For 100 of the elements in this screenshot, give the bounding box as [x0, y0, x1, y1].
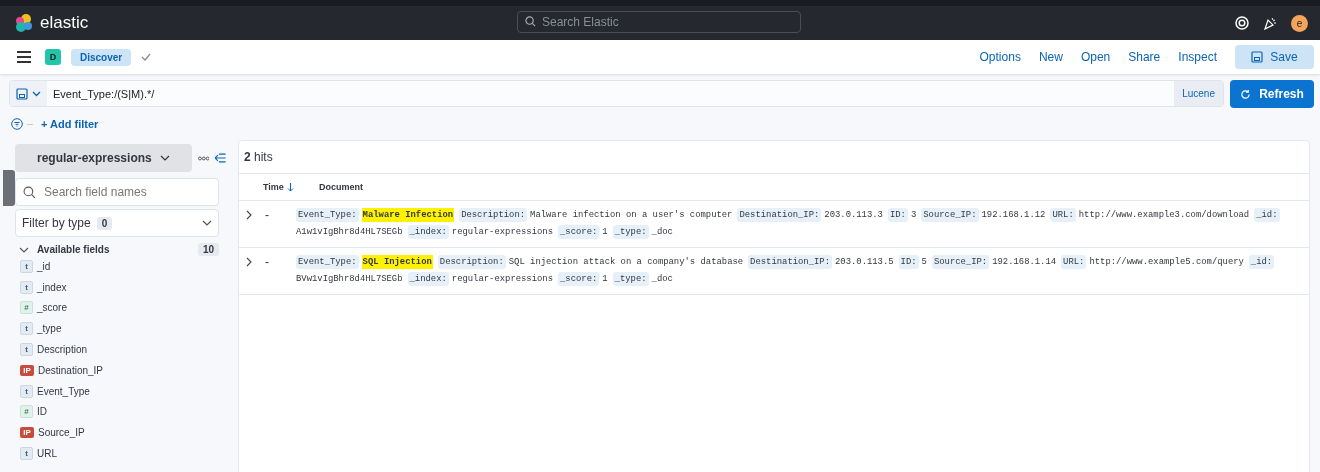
toolbar-link[interactable]: New: [1038, 50, 1063, 64]
more-options-icon[interactable]: [197, 155, 210, 161]
field-key: _id:: [1248, 255, 1275, 269]
filter-icon[interactable]: [11, 118, 23, 130]
refresh-icon: [1240, 88, 1252, 100]
help-icon[interactable]: [1235, 16, 1249, 30]
add-filter-link[interactable]: + Add filter: [41, 118, 99, 130]
field-search-field[interactable]: Search field names: [15, 178, 219, 206]
field-name[interactable]: ID: [37, 406, 47, 418]
index-pattern-selector[interactable]: regular-expressions: [15, 144, 192, 172]
field-key: _index:: [407, 272, 449, 286]
field-value: 1: [602, 273, 608, 286]
field-key: Destination_IP:: [748, 255, 832, 269]
menu-icon[interactable]: [17, 51, 31, 63]
count-badge: 0: [96, 216, 113, 230]
field-name[interactable]: Event_Type: [37, 385, 90, 397]
field-value: 1: [602, 226, 608, 239]
column-header[interactable]: Time: [263, 182, 284, 192]
collapse-sidebar-icon[interactable]: [215, 153, 226, 163]
field-key: Description:: [437, 255, 506, 269]
field-type-token: t: [20, 343, 33, 357]
field-key: _id:: [1254, 208, 1280, 222]
field-name[interactable]: _index: [37, 281, 67, 293]
field-value: _doc: [651, 226, 673, 239]
field-type-token: #: [20, 405, 33, 419]
count-badge: 10: [197, 243, 219, 256]
filter-by-type-dropdown[interactable]: Filter by type 0: [15, 209, 219, 237]
field-name[interactable]: _id: [37, 260, 51, 272]
field-key: Description:: [459, 208, 528, 222]
field-value: A1w1vIgBhr8d4HL7SEGb: [296, 226, 403, 239]
field-value: 192.168.1.14: [992, 256, 1057, 269]
chevron-down-icon: [32, 90, 41, 97]
field-value: 192.168.1.12: [981, 209, 1046, 222]
field-key: URL:: [1050, 208, 1076, 222]
time-cell-text: -: [264, 255, 270, 269]
field-name[interactable]: Destination_IP: [38, 364, 104, 376]
field-type-token: IP: [20, 427, 34, 439]
field-name[interactable]: Description: [37, 344, 88, 356]
field-name[interactable]: _score: [37, 302, 67, 314]
field-value: BVw1vIgBhr8d4HL7SEGb: [296, 273, 403, 286]
query-input[interactable]: Event_Type:/(S|M).*/: [47, 81, 1175, 106]
field-value: http://www.example5.com/query: [1089, 256, 1244, 269]
field-value: 203.0.113.5: [835, 256, 894, 269]
field-value: http://www.example3.com/download: [1078, 209, 1250, 222]
save-button[interactable]: Save: [1235, 45, 1314, 69]
toolbar-link[interactable]: Open: [1080, 50, 1111, 64]
sort-down-arrow-icon[interactable]: [286, 182, 294, 192]
refresh-button[interactable]: Refresh: [1230, 80, 1314, 108]
query-language-button[interactable]: Lucene: [1174, 81, 1223, 106]
save-icon: [1251, 51, 1264, 63]
field-key: ID:: [898, 255, 919, 269]
search-icon: [525, 16, 536, 27]
chevron-icon[interactable]: [19, 246, 29, 253]
field-name[interactable]: URL: [37, 448, 57, 460]
toolbar-link[interactable]: Options: [979, 50, 1021, 64]
sidebar-handle[interactable]: [3, 170, 15, 206]
field-value: Malware Infection: [361, 208, 455, 222]
time-cell-text: -: [264, 208, 270, 222]
field-name[interactable]: _type: [37, 323, 62, 335]
user-avatar[interactable]: e: [1291, 14, 1308, 32]
field-value: 5: [921, 256, 927, 269]
global-search-field[interactable]: Search Elastic: [517, 11, 801, 33]
field-value: Malware infection on a user's computer: [530, 209, 733, 222]
field-value: SQL injection attack on a company's database: [508, 256, 744, 269]
breadcrumb[interactable]: Discover: [71, 48, 132, 66]
field-type-token: t: [20, 259, 33, 273]
expand-row-icon[interactable]: [246, 210, 252, 220]
toolbar-link[interactable]: Inspect: [1178, 50, 1217, 64]
field-type-token: IP: [20, 364, 34, 376]
field-key: Destination_IP:: [737, 208, 822, 222]
field-key: Event_Type:: [296, 255, 359, 269]
field-key: Source_IP:: [921, 208, 979, 222]
hit-count: 2 hits: [244, 150, 273, 164]
field-type-token: t: [20, 447, 33, 461]
section-title[interactable]: Available fields: [37, 244, 110, 255]
field-value: 3: [910, 209, 917, 222]
brand-name: elastic: [40, 13, 89, 33]
save-icon: [16, 87, 28, 100]
field-type-token: t: [20, 384, 33, 398]
field-key: _score:: [558, 225, 600, 239]
field-key: _score:: [558, 272, 600, 286]
saved-query-button[interactable]: [10, 81, 47, 106]
field-value: regular-expressions: [451, 226, 553, 239]
chevron-down-icon: [159, 155, 170, 161]
field-key: URL:: [1061, 255, 1087, 269]
query-bar[interactable]: Event_Type:/(S|M).*/ Lucene: [9, 80, 1224, 107]
field-name[interactable]: Source_IP: [38, 427, 85, 439]
field-key: _type:: [612, 225, 649, 239]
check-icon: [141, 53, 152, 61]
field-key: _index:: [407, 225, 449, 239]
field-value: 203.0.113.3: [824, 209, 883, 222]
column-header[interactable]: Document: [319, 182, 363, 192]
elastic-logo-icon: [14, 13, 34, 33]
field-key: Event_Type:: [296, 208, 359, 222]
toolbar-link[interactable]: Share: [1128, 50, 1161, 64]
expand-row-icon[interactable]: [246, 257, 252, 267]
field-value: SQL Injection: [361, 255, 433, 269]
field-value: _doc: [651, 273, 673, 286]
space-avatar[interactable]: D: [45, 49, 61, 65]
party-popper-icon[interactable]: [1263, 16, 1277, 30]
